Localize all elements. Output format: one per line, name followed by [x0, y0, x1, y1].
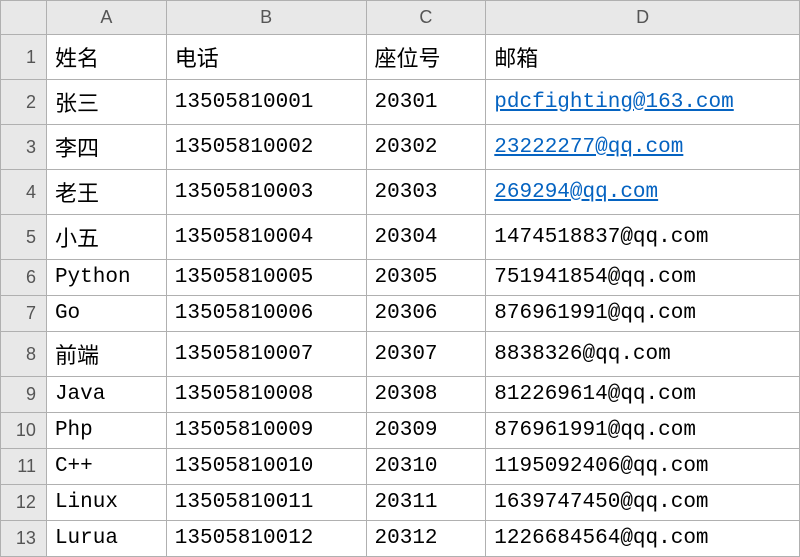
cell-phone[interactable]: 13505810008 [166, 377, 366, 413]
cell-seat[interactable]: 20304 [366, 215, 486, 260]
cell-name[interactable]: C++ [46, 449, 166, 485]
row-header[interactable]: 3 [1, 125, 47, 170]
cell-phone[interactable]: 13505810010 [166, 449, 366, 485]
column-header-row: A B C D [1, 1, 800, 35]
cell-a1[interactable]: 姓名 [46, 35, 166, 80]
cell-email[interactable]: pdcfighting@163.com [486, 80, 800, 125]
cell-name[interactable]: Linux [46, 485, 166, 521]
cell-seat[interactable]: 20301 [366, 80, 486, 125]
table-row: 9 Java 13505810008 20308 812269614@qq.co… [1, 377, 800, 413]
cell-seat[interactable]: 20302 [366, 125, 486, 170]
cell-phone[interactable]: 13505810002 [166, 125, 366, 170]
table-row: 1 姓名 电话 座位号 邮箱 [1, 35, 800, 80]
row-header[interactable]: 1 [1, 35, 47, 80]
cell-c1[interactable]: 座位号 [366, 35, 486, 80]
cell-seat[interactable]: 20312 [366, 521, 486, 557]
cell-d1[interactable]: 邮箱 [486, 35, 800, 80]
row-header[interactable]: 9 [1, 377, 47, 413]
table-row: 7 Go 13505810006 20306 876961991@qq.com [1, 296, 800, 332]
table-row: 2 张三 13505810001 20301 pdcfighting@163.c… [1, 80, 800, 125]
row-header[interactable]: 12 [1, 485, 47, 521]
table-row: 12 Linux 13505810011 20311 1639747450@qq… [1, 485, 800, 521]
cell-seat[interactable]: 20303 [366, 170, 486, 215]
col-header-b[interactable]: B [166, 1, 366, 35]
cell-email[interactable]: 269294@qq.com [486, 170, 800, 215]
row-header[interactable]: 13 [1, 521, 47, 557]
col-header-c[interactable]: C [366, 1, 486, 35]
table-row: 10 Php 13505810009 20309 876961991@qq.co… [1, 413, 800, 449]
cell-seat[interactable]: 20307 [366, 332, 486, 377]
cell-seat[interactable]: 20308 [366, 377, 486, 413]
cell-name[interactable]: Python [46, 260, 166, 296]
table-row: 8 前端 13505810007 20307 8838326@qq.com [1, 332, 800, 377]
cell-email[interactable]: 812269614@qq.com [486, 377, 800, 413]
row-header[interactable]: 8 [1, 332, 47, 377]
cell-phone[interactable]: 13505810005 [166, 260, 366, 296]
col-header-a[interactable]: A [46, 1, 166, 35]
cell-email[interactable]: 23222277@qq.com [486, 125, 800, 170]
table-row: 5 小五 13505810004 20304 1474518837@qq.com [1, 215, 800, 260]
cell-phone[interactable]: 13505810009 [166, 413, 366, 449]
cell-email[interactable]: 876961991@qq.com [486, 296, 800, 332]
cell-name[interactable]: Java [46, 377, 166, 413]
col-header-d[interactable]: D [486, 1, 800, 35]
cell-email[interactable]: 1639747450@qq.com [486, 485, 800, 521]
cell-seat[interactable]: 20310 [366, 449, 486, 485]
cell-name[interactable]: 前端 [46, 332, 166, 377]
cell-seat[interactable]: 20305 [366, 260, 486, 296]
spreadsheet: A B C D 1 姓名 电话 座位号 邮箱 2 张三 13505810001 … [0, 0, 800, 557]
cell-email[interactable]: 1195092406@qq.com [486, 449, 800, 485]
row-header[interactable]: 10 [1, 413, 47, 449]
cell-name[interactable]: Php [46, 413, 166, 449]
cell-email[interactable]: 1474518837@qq.com [486, 215, 800, 260]
cell-name[interactable]: Go [46, 296, 166, 332]
row-header[interactable]: 7 [1, 296, 47, 332]
row-header[interactable]: 2 [1, 80, 47, 125]
table-row: 11 C++ 13505810010 20310 1195092406@qq.c… [1, 449, 800, 485]
cell-b1[interactable]: 电话 [166, 35, 366, 80]
cell-name[interactable]: Lurua [46, 521, 166, 557]
cell-phone[interactable]: 13505810001 [166, 80, 366, 125]
row-header[interactable]: 11 [1, 449, 47, 485]
cell-phone[interactable]: 13505810003 [166, 170, 366, 215]
cell-name[interactable]: 李四 [46, 125, 166, 170]
table-row: 4 老王 13505810003 20303 269294@qq.com [1, 170, 800, 215]
cell-name[interactable]: 张三 [46, 80, 166, 125]
cell-email[interactable]: 751941854@qq.com [486, 260, 800, 296]
cell-phone[interactable]: 13505810004 [166, 215, 366, 260]
cell-email[interactable]: 1226684564@qq.com [486, 521, 800, 557]
cell-phone[interactable]: 13505810011 [166, 485, 366, 521]
cell-email[interactable]: 8838326@qq.com [486, 332, 800, 377]
table-row: 6 Python 13505810005 20305 751941854@qq.… [1, 260, 800, 296]
cell-phone[interactable]: 13505810007 [166, 332, 366, 377]
table-row: 3 李四 13505810002 20302 23222277@qq.com [1, 125, 800, 170]
cell-name[interactable]: 小五 [46, 215, 166, 260]
cell-seat[interactable]: 20311 [366, 485, 486, 521]
row-header[interactable]: 6 [1, 260, 47, 296]
cell-seat[interactable]: 20309 [366, 413, 486, 449]
cell-phone[interactable]: 13505810012 [166, 521, 366, 557]
cell-seat[interactable]: 20306 [366, 296, 486, 332]
cell-name[interactable]: 老王 [46, 170, 166, 215]
cell-phone[interactable]: 13505810006 [166, 296, 366, 332]
table-row: 13 Lurua 13505810012 20312 1226684564@qq… [1, 521, 800, 557]
corner-cell[interactable] [1, 1, 47, 35]
row-header[interactable]: 5 [1, 215, 47, 260]
row-header[interactable]: 4 [1, 170, 47, 215]
cell-email[interactable]: 876961991@qq.com [486, 413, 800, 449]
